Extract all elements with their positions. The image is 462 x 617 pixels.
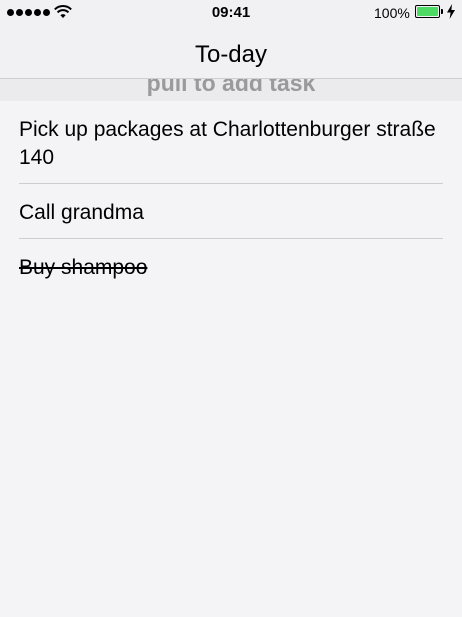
task-list: Pick up packages at Charlottenburger str… [0,101,462,294]
battery-percentage: 100% [374,5,410,21]
task-item[interactable]: Call grandma [0,184,462,239]
page-title: To-day [194,41,268,68]
status-bar: 09:41 100% [0,0,462,26]
navigation-bar: To-day [0,26,462,79]
pull-hint-label: pull to add task [146,79,316,96]
charging-icon [447,4,455,19]
task-label: Buy shampoo [19,256,148,279]
task-item[interactable]: Pick up packages at Charlottenburger str… [0,101,462,184]
task-item-completed[interactable]: Buy shampoo [0,239,462,294]
battery-nub [441,9,443,14]
task-label: Pick up packages at Charlottenburger str… [19,118,436,169]
task-label: Call grandma [19,201,144,224]
pull-to-add-hint[interactable]: pull to add task [0,79,462,101]
battery-icon [415,5,440,18]
